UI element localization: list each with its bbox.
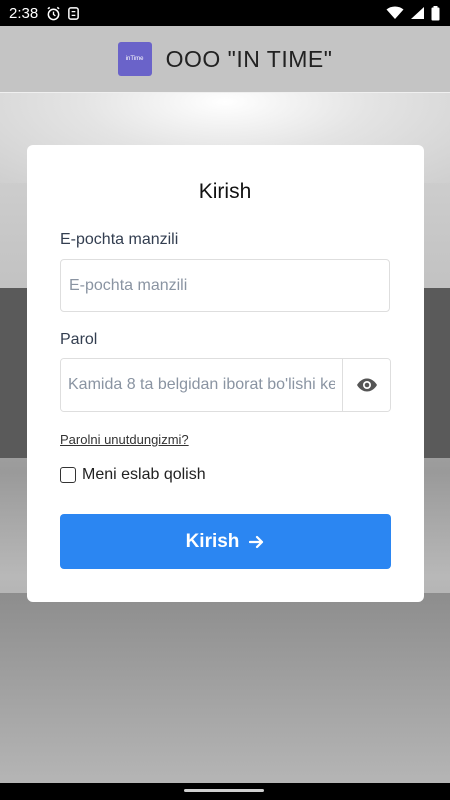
email-field[interactable]	[60, 259, 390, 312]
password-field-group	[60, 358, 391, 412]
password-field[interactable]	[61, 359, 342, 411]
background-monitor-right	[424, 288, 450, 458]
status-bar: 2:38	[0, 0, 450, 26]
background-monitor-left	[0, 288, 30, 458]
email-label: E-pochta manzili	[60, 231, 179, 248]
app-title: OOO "IN TIME"	[165, 45, 333, 72]
eye-icon	[356, 378, 377, 392]
company-logo: inTime	[117, 42, 152, 76]
toggle-password-button[interactable]	[342, 359, 390, 411]
remember-me-checkbox[interactable]	[60, 467, 76, 483]
status-time: 2:38	[9, 4, 39, 22]
password-label: Parol	[60, 331, 98, 348]
forgot-password-link[interactable]: Parolni unutdungizmi?	[60, 432, 189, 447]
arrow-right-icon	[249, 535, 264, 548]
home-gesture-handle[interactable]	[184, 789, 264, 792]
background-floor	[0, 593, 450, 783]
signal-icon	[411, 7, 424, 19]
battery-icon	[431, 5, 440, 20]
login-title: Kirish	[198, 180, 252, 203]
wifi-icon	[386, 6, 404, 19]
sync-icon	[68, 6, 80, 20]
remember-me[interactable]: Meni eslab qolish	[60, 466, 206, 484]
app-header: inTime OOO "IN TIME"	[0, 26, 450, 93]
login-button-label: Kirish	[185, 530, 240, 552]
login-button[interactable]: Kirish	[60, 514, 391, 569]
logo-text: inTime	[125, 56, 144, 62]
alarm-icon	[47, 6, 60, 20]
remember-me-label: Meni eslab qolish	[82, 466, 206, 483]
